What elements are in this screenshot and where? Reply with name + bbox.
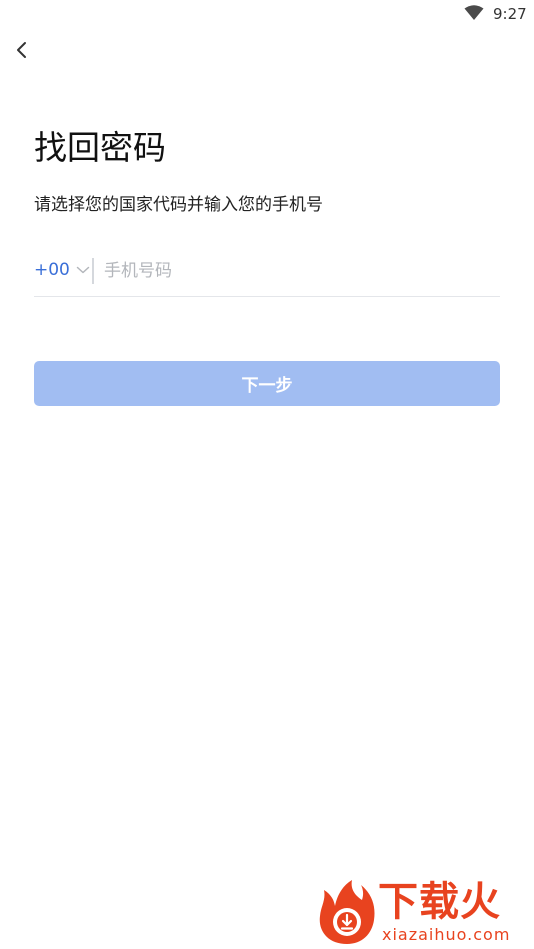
phone-number-input[interactable] bbox=[104, 254, 494, 288]
country-code-value: +00 bbox=[34, 260, 70, 280]
country-code-select[interactable]: +00 bbox=[34, 252, 90, 288]
watermark-brand: 下载火 bbox=[378, 879, 501, 925]
watermark: 下载火 xiazaihuo.com bbox=[314, 876, 530, 946]
phone-row: +00 bbox=[34, 252, 500, 297]
watermark-domain: xiazaihuo.com bbox=[382, 925, 511, 944]
chevron-left-icon bbox=[17, 42, 26, 58]
next-button[interactable]: 下一步 bbox=[34, 361, 500, 406]
page-title: 找回密码 bbox=[34, 128, 166, 167]
chevron-down-icon bbox=[76, 266, 90, 274]
flame-logo-icon bbox=[319, 880, 375, 944]
status-bar: 9:27 bbox=[0, 0, 534, 28]
wifi-icon bbox=[464, 5, 484, 20]
status-time: 9:27 bbox=[493, 5, 527, 23]
page-subtitle: 请选择您的国家代码并输入您的手机号 bbox=[34, 195, 323, 215]
field-divider bbox=[92, 258, 94, 284]
back-button[interactable] bbox=[8, 36, 36, 64]
